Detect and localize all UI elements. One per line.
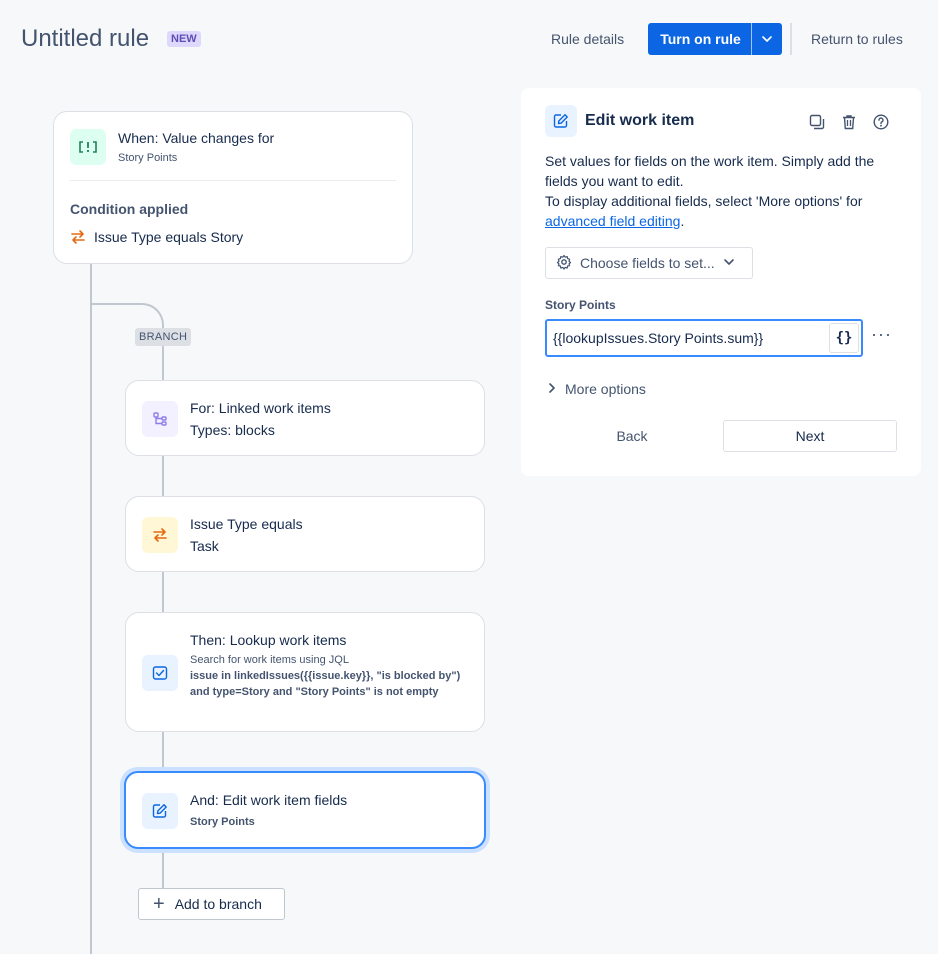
story-points-input[interactable]: {{lookupIssues.Story Points.sum}} {}: [545, 319, 863, 357]
branch-icon: [142, 401, 178, 437]
turn-on-rule-button-group: Turn on rule: [648, 23, 782, 55]
return-to-rules-button[interactable]: Return to rules: [811, 31, 903, 47]
chevron-right-icon: [547, 381, 557, 397]
trigger-card[interactable]: When: Value changes for Story Points Con…: [53, 111, 413, 264]
swap-icon: [142, 517, 178, 553]
edit-icon: [545, 105, 577, 137]
chevron-down-icon[interactable]: [752, 33, 782, 45]
step-subtitle: Types: blocks: [190, 422, 275, 438]
swap-icon: [70, 229, 86, 250]
chevron-down-icon: [723, 255, 735, 271]
rule-title[interactable]: Untitled rule: [21, 25, 149, 53]
step-subtitle: Task: [190, 538, 219, 554]
choose-fields-dropdown[interactable]: Choose fields to set...: [545, 247, 753, 279]
rule-details-button[interactable]: Rule details: [551, 31, 624, 47]
step-title: And: Edit work item fields: [190, 792, 348, 808]
condition-heading: Condition applied: [70, 201, 189, 217]
duplicate-icon[interactable]: [807, 112, 827, 132]
next-button[interactable]: Next: [723, 420, 897, 452]
edit-work-item-panel: Edit work item Set values for fields on …: [521, 88, 921, 476]
main-flow-line: [90, 264, 92, 954]
trigger-subtitle: Story Points: [118, 152, 178, 164]
more-options-toggle[interactable]: More options: [547, 381, 646, 397]
condition-text: Issue Type equals Story: [94, 229, 244, 245]
button-separator: [751, 23, 752, 55]
trash-icon[interactable]: [839, 112, 859, 132]
gear-icon: [556, 254, 572, 273]
jql-query: issue in linkedIssues({{issue.key}}, "is…: [190, 670, 461, 698]
add-to-branch-button[interactable]: + Add to branch: [138, 888, 285, 920]
step-card-condition[interactable]: Issue Type equals Task: [125, 496, 485, 572]
branch-label: BRANCH: [135, 328, 192, 346]
more-options-label: More options: [565, 381, 646, 397]
step-title: For: Linked work items: [190, 400, 331, 416]
trigger-title: When: Value changes for: [118, 130, 275, 146]
trigger-divider: [70, 180, 396, 181]
description-end: .: [680, 213, 685, 229]
help-icon[interactable]: [871, 112, 891, 132]
plus-icon: +: [153, 893, 165, 915]
more-actions-icon[interactable]: ···: [871, 324, 892, 345]
smart-value-button[interactable]: {}: [829, 323, 859, 353]
back-button[interactable]: Back: [545, 420, 719, 452]
lookup-icon: [142, 655, 178, 691]
edit-icon: [142, 793, 178, 829]
new-badge: NEW: [167, 31, 201, 47]
header-divider: [790, 23, 792, 55]
advanced-field-editing-link[interactable]: advanced field editing: [545, 213, 680, 229]
turn-on-rule-button[interactable]: Turn on rule: [648, 31, 751, 47]
step-card-lookup[interactable]: Then: Lookup work items Search for work …: [125, 612, 485, 732]
step-subtitle: Story Points: [190, 816, 255, 828]
step-card-linked-items[interactable]: For: Linked work items Types: blocks: [125, 380, 485, 456]
panel-title: Edit work item: [585, 112, 695, 129]
story-points-value[interactable]: {{lookupIssues.Story Points.sum}}: [553, 330, 829, 346]
description-line-2: To display additional fields, select 'Mo…: [545, 193, 863, 209]
step-title: Issue Type equals: [190, 516, 303, 532]
story-points-label: Story Points: [545, 298, 616, 312]
choose-fields-label: Choose fields to set...: [580, 255, 715, 271]
step-card-edit-fields[interactable]: And: Edit work item fields Story Points: [124, 771, 486, 849]
panel-description: Set values for fields on the work item. …: [545, 151, 901, 231]
step-title: Then: Lookup work items: [190, 632, 347, 648]
description-line-1: Set values for fields on the work item. …: [545, 153, 875, 189]
step-subtitle: Search for work items using JQL: [190, 654, 349, 666]
trigger-icon: [70, 129, 106, 165]
add-to-branch-label: Add to branch: [174, 896, 262, 912]
